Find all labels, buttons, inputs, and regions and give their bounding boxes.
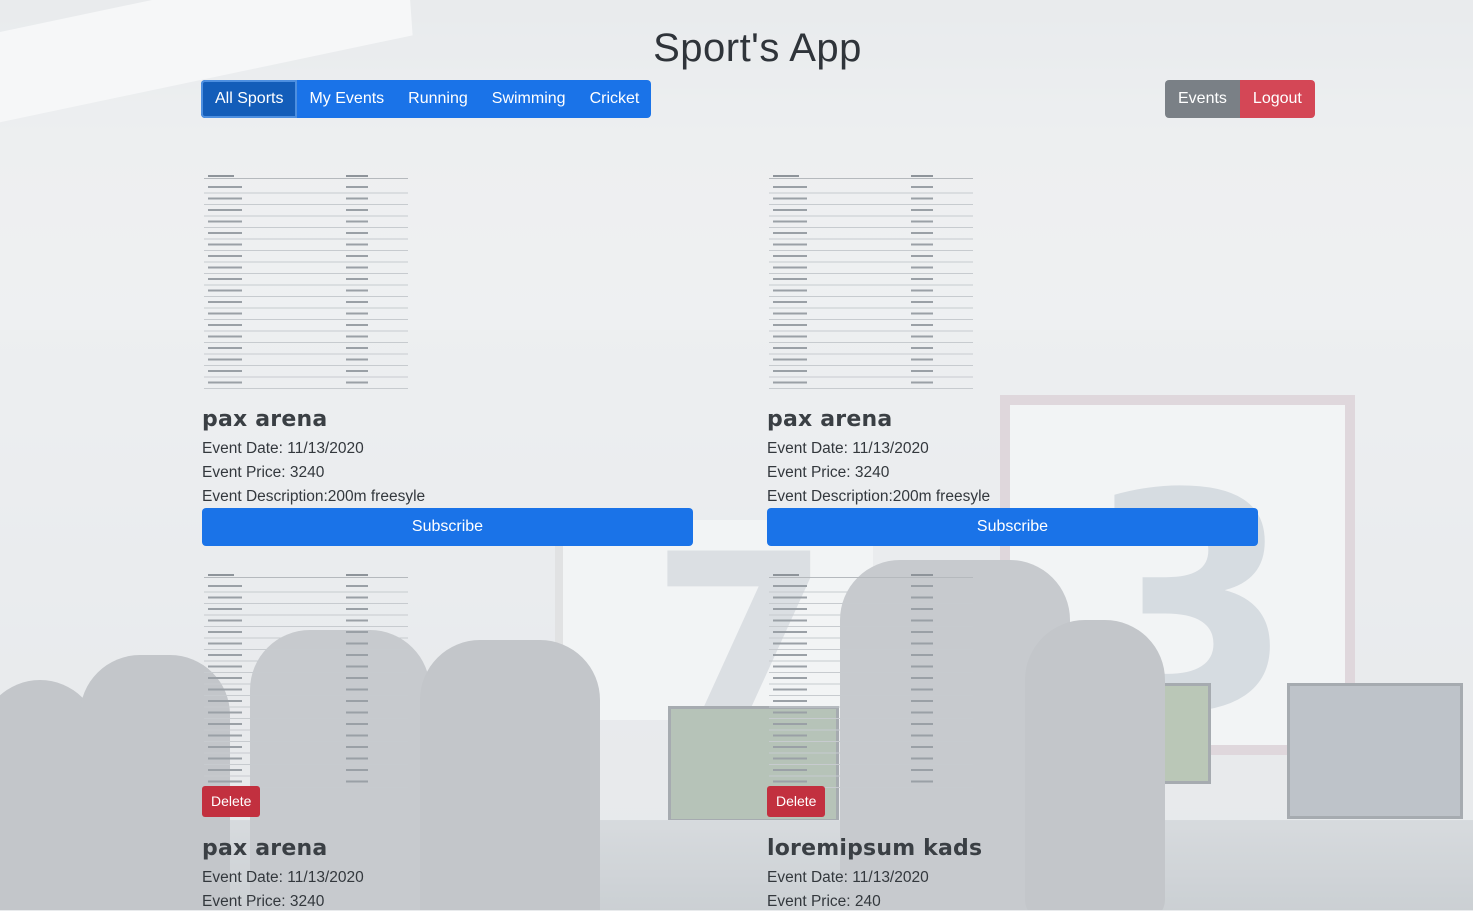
delete-button[interactable]: Delete — [767, 786, 826, 817]
filter-running-button[interactable]: Running — [396, 80, 480, 118]
filter-all-sports-button[interactable]: All Sports — [201, 80, 298, 118]
events-button[interactable]: Events — [1165, 80, 1240, 118]
event-thumbnail-image — [767, 567, 975, 789]
event-title: pax arena — [202, 836, 328, 861]
filter-cricket-button[interactable]: Cricket — [578, 80, 652, 118]
subscribe-button[interactable]: Subscribe — [767, 508, 1258, 546]
event-date: Event Date: 11/13/2020 — [202, 869, 364, 886]
event-thumbnail-image — [202, 168, 410, 390]
page-content: Sport's App All Sports My Events Running… — [0, 0, 1473, 910]
event-price: Event Price: 3240 — [202, 893, 325, 910]
event-title: pax arena — [202, 407, 328, 432]
event-description: Event Description:200m freesyle — [202, 488, 426, 505]
event-thumbnail-image — [202, 567, 410, 789]
filter-swimming-button[interactable]: Swimming — [480, 80, 578, 118]
event-price: Event Price: 3240 — [202, 464, 325, 481]
sport-filter-group: All Sports My Events Running Swimming Cr… — [201, 80, 652, 118]
page-title: Sport's App — [653, 26, 862, 70]
event-thumbnail-image — [767, 168, 975, 390]
logout-button[interactable]: Logout — [1239, 80, 1315, 118]
event-date: Event Date: 11/13/2020 — [767, 869, 929, 886]
filter-my-events-button[interactable]: My Events — [297, 80, 396, 118]
event-date: Event Date: 11/13/2020 — [202, 440, 364, 457]
event-price: Event Price: 3240 — [767, 464, 890, 481]
account-actions: Events Logout — [1165, 80, 1315, 118]
event-date: Event Date: 11/13/2020 — [767, 440, 929, 457]
subscribe-button[interactable]: Subscribe — [202, 508, 693, 546]
event-title: loremipsum kads — [767, 836, 983, 861]
delete-button[interactable]: Delete — [202, 786, 261, 817]
event-description: Event Description:200m freesyle — [767, 488, 991, 505]
event-price: Event Price: 240 — [767, 893, 881, 910]
event-title: pax arena — [767, 407, 893, 432]
